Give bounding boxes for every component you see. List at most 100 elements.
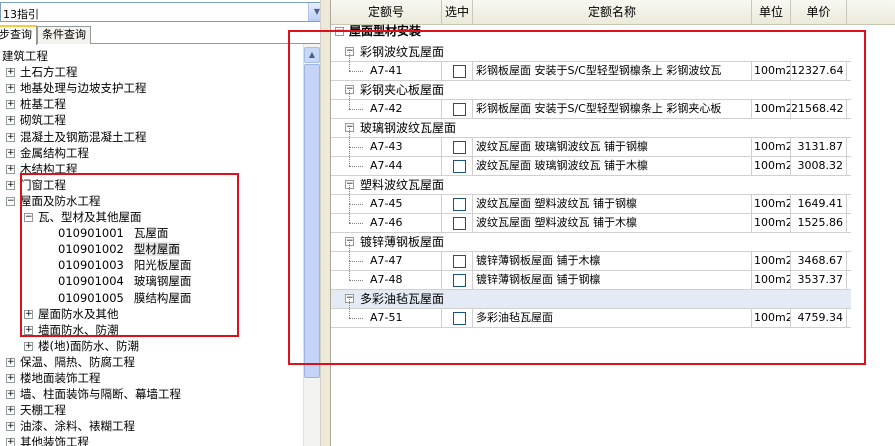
- grid-cell-price: 3468.67: [791, 252, 847, 271]
- scroll-thumb[interactable]: [304, 64, 320, 378]
- tree-node-label: 保温、隔热、防腐工程: [20, 354, 135, 369]
- expand-icon[interactable]: +: [6, 148, 15, 158]
- select-checkbox[interactable]: [453, 255, 466, 268]
- grid-item-row[interactable]: A7-47 镀锌薄钢板屋面 铺于木檩 100m2 3468.67: [331, 242, 851, 271]
- guide-select[interactable]: 13指引 ▼: [0, 2, 326, 22]
- grid-item-row[interactable]: A7-41 彩钢板屋面 安装于S/C型轻型钢檩条上 彩钢波纹瓦 100m2 12327…: [331, 52, 851, 81]
- expand-icon[interactable]: +: [6, 390, 15, 400]
- grid-group-row[interactable]: − 塑料波纹瓦屋面: [331, 176, 851, 195]
- expand-icon[interactable]: +: [24, 325, 33, 335]
- tree-node-label: 门窗工程: [20, 177, 66, 192]
- expand-icon[interactable]: +: [24, 341, 33, 351]
- tab-condition-query[interactable]: 条件查询: [37, 26, 91, 44]
- expand-icon[interactable]: +: [6, 100, 15, 110]
- grid-cell-select[interactable]: [442, 100, 473, 119]
- header-code[interactable]: 定额号: [331, 0, 442, 25]
- select-checkbox[interactable]: [453, 141, 466, 154]
- expand-icon[interactable]: +: [6, 357, 15, 367]
- grid-item-row[interactable]: A7-43 波纹瓦屋面 玻璃钢波纹瓦 铺于钢檩 100m2 3131.87: [331, 128, 851, 157]
- grid-cell-select[interactable]: [442, 62, 473, 81]
- expand-icon[interactable]: +: [6, 68, 15, 78]
- grid-cell-code: A7-43: [331, 138, 442, 157]
- expand-icon[interactable]: +: [6, 116, 15, 126]
- tree-node-label: 阳光板屋面: [133, 258, 192, 273]
- expand-icon[interactable]: +: [6, 406, 15, 416]
- tree-node-text: 010901002 型材屋面: [58, 241, 180, 257]
- tree-node-label: 土石方工程: [20, 65, 78, 80]
- grid-cell-code: A7-42: [331, 100, 442, 119]
- grid-group-row[interactable]: − 玻璃钢波纹瓦屋面: [331, 119, 851, 138]
- select-checkbox[interactable]: [453, 312, 466, 325]
- tree-node-label: 屋面及防水工程: [20, 193, 101, 208]
- grid-item-row[interactable]: A7-48 镀锌薄钢板屋面 铺于钢檩 100m2 3537.37: [331, 261, 851, 290]
- grid-cell-select[interactable]: [442, 214, 473, 233]
- grid-item-row[interactable]: A7-42 彩钢板屋面 安装于S/C型轻型钢檩条上 彩钢夹心板 100m2 21568…: [331, 90, 851, 119]
- grid-cell-name: 波纹瓦屋面 塑料波纹瓦 铺于木檩: [473, 214, 752, 233]
- select-checkbox[interactable]: [453, 217, 466, 230]
- grid-cell-price: 1649.41: [791, 195, 847, 214]
- grid-cell-price: 3131.87: [791, 138, 847, 157]
- grid-group-row[interactable]: − 多彩油毡瓦屋面: [331, 290, 851, 309]
- tab-step-query[interactable]: 步查询: [0, 25, 37, 45]
- grid-cell-select[interactable]: [442, 195, 473, 214]
- expand-icon[interactable]: +: [6, 438, 15, 446]
- grid-section-row[interactable]: − 屋面型材安装: [331, 24, 851, 39]
- tree-scrollbar[interactable]: ▲: [303, 44, 320, 446]
- grid-item-row[interactable]: A7-51 多彩油毡瓦屋面 100m2 4759.34: [331, 299, 851, 328]
- collapse-icon[interactable]: −: [6, 196, 15, 206]
- grid-group-row[interactable]: − 彩钢夹心板屋面: [331, 81, 851, 100]
- scroll-up-icon[interactable]: ▲: [304, 47, 320, 63]
- grid-cell-name: 多彩油毡瓦屋面: [473, 309, 752, 328]
- expand-icon[interactable]: +: [6, 422, 15, 432]
- collapse-icon[interactable]: −: [24, 213, 33, 222]
- header-name[interactable]: 定额名称: [473, 0, 752, 25]
- grid-item-row[interactable]: A7-45 波纹瓦屋面 塑料波纹瓦 铺于钢檩 100m2 1649.41: [331, 185, 851, 214]
- select-checkbox[interactable]: [453, 103, 466, 116]
- select-checkbox[interactable]: [453, 160, 466, 173]
- grid-cell-name: 彩钢板屋面 安装于S/C型轻型钢檩条上 彩钢波纹瓦: [473, 62, 752, 81]
- grid-group-row[interactable]: − 镀锌薄钢板屋面: [331, 233, 851, 252]
- select-checkbox[interactable]: [453, 198, 466, 211]
- grid-cell-select[interactable]: [442, 271, 473, 290]
- select-checkbox[interactable]: [453, 65, 466, 78]
- grid-group-row[interactable]: − 彩钢波纹瓦屋面: [331, 43, 851, 62]
- tree-node-label: 其他装饰工程: [20, 435, 89, 446]
- category-tree: 建筑工程 + 土石方工程 + 地基处理与边坡支护工程 + 桩基工程 + 砌筑工程 + 混凝土及钢筋混…: [0, 44, 326, 446]
- grid-item-row[interactable]: A7-46 波纹瓦屋面 塑料波纹瓦 铺于木檩 100m2 1525.86: [331, 204, 851, 233]
- grid-cell-unit: 100m2: [752, 157, 791, 176]
- expand-icon[interactable]: +: [6, 180, 15, 190]
- tree-node-label: 膜结构屋面: [133, 290, 192, 305]
- grid-cell-select[interactable]: [442, 138, 473, 157]
- tree-node-code: 010901005: [58, 290, 124, 305]
- header-select[interactable]: 选中: [442, 0, 473, 25]
- collapse-icon[interactable]: −: [335, 27, 344, 36]
- grid-item-row[interactable]: A7-44 波纹瓦屋面 玻璃钢波纹瓦 铺于木檩 100m2 3008.32: [331, 147, 851, 176]
- grid-group-label: 镀锌薄钢板屋面: [360, 235, 445, 249]
- tree-node-label: 型材屋面: [133, 242, 180, 257]
- grid-cell-name: 镀锌薄钢板屋面 铺于木檩: [473, 252, 752, 271]
- header-unit[interactable]: 单位: [752, 0, 791, 25]
- grid-cell-select[interactable]: [442, 157, 473, 176]
- grid-cell-code: A7-48: [331, 271, 442, 290]
- expand-icon[interactable]: +: [6, 374, 15, 383]
- grid-cell-unit: 100m2: [752, 100, 791, 119]
- tree-node-label: 金属结构工程: [20, 145, 89, 160]
- expand-icon[interactable]: +: [24, 309, 33, 319]
- expand-icon[interactable]: +: [6, 84, 15, 94]
- tree-node-label: 楼(地)面防水、防潮: [38, 338, 139, 353]
- expand-icon[interactable]: +: [6, 164, 15, 174]
- tree-node-label: 屋面防水及其他: [38, 306, 119, 321]
- tree-node-label: 楼地面装饰工程: [20, 371, 101, 385]
- grid-cell-name: 波纹瓦屋面 玻璃钢波纹瓦 铺于钢檩: [473, 138, 752, 157]
- expand-icon[interactable]: +: [6, 132, 15, 142]
- tree-node-label: 建筑工程: [2, 49, 48, 63]
- grid-cell-select[interactable]: [442, 252, 473, 271]
- tree-node-text: 010901004 玻璃钢屋面: [58, 273, 191, 289]
- tree-node-code: 010901003: [58, 258, 124, 273]
- grid-cell-select[interactable]: [442, 309, 473, 328]
- header-price[interactable]: 单价: [791, 0, 847, 25]
- select-checkbox[interactable]: [453, 274, 466, 287]
- grid-cell-code: A7-47: [331, 252, 442, 271]
- pane-splitter[interactable]: [320, 0, 331, 446]
- grid-cell-price: 12327.64: [791, 62, 847, 81]
